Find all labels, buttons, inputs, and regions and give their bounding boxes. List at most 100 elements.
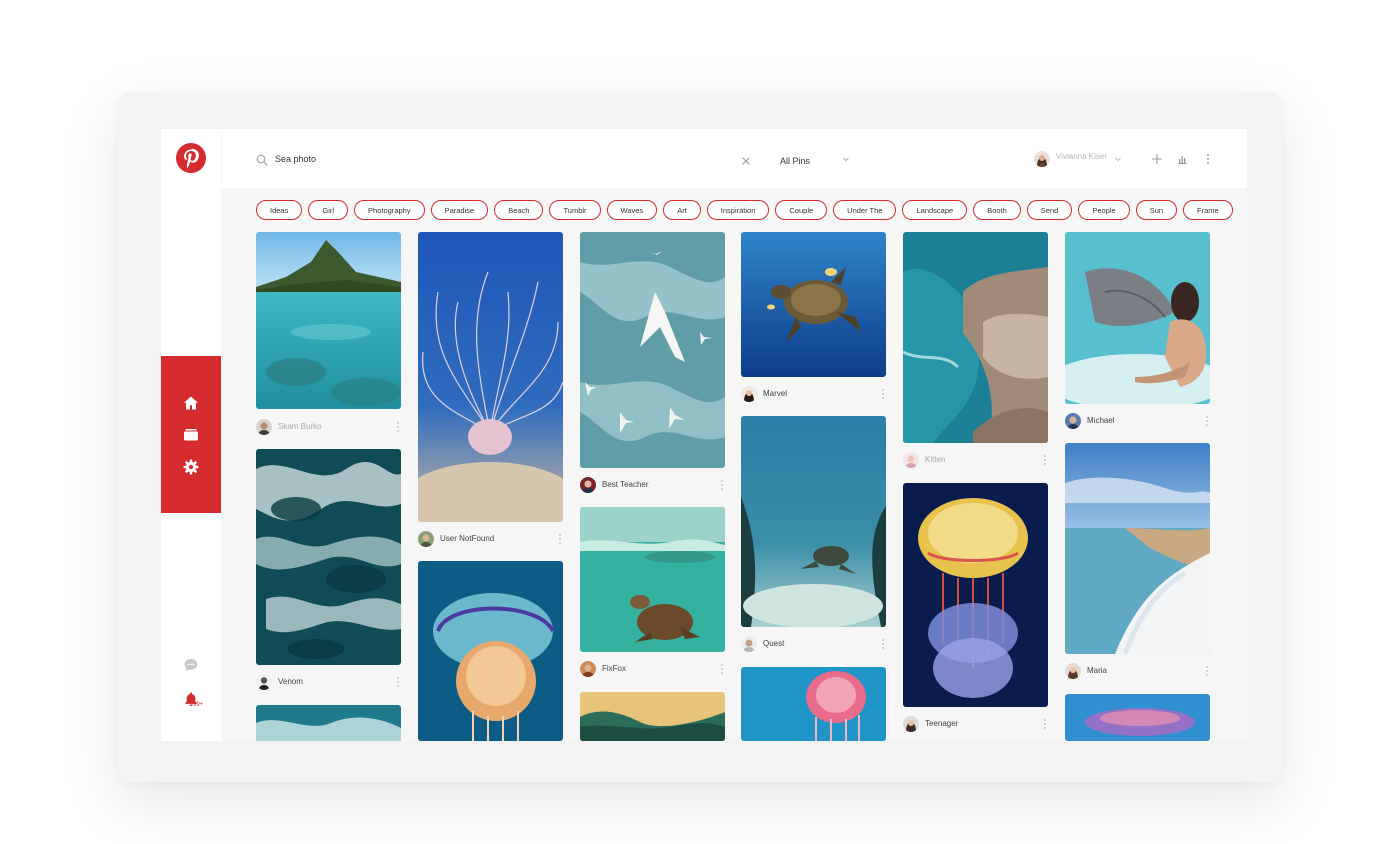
avatar[interactable] [580,661,596,677]
more-vertical-icon[interactable] [719,663,725,675]
tag-chip[interactable]: Under The [833,200,897,220]
tag-chip[interactable]: Sun [1135,200,1178,220]
pin-meta: Teenager [903,716,1048,732]
more-vertical-icon[interactable] [557,533,563,545]
avatar [1034,151,1050,167]
pin-meta: Best Teacher [580,477,725,493]
tag-chip[interactable]: Inspiration [706,200,770,220]
chevron-down-icon [1115,157,1121,162]
pin-author: Quest [763,639,785,648]
pin-image-anemone[interactable] [418,232,563,522]
pin-author: Kitten [925,455,946,464]
nav-menu [161,356,221,513]
pin-author: Venom [278,677,303,686]
pin-author: Marvel [763,389,788,398]
more-vertical-icon[interactable] [1042,718,1048,730]
avatar[interactable] [741,386,757,402]
pin-image-salt-shore[interactable] [1065,443,1210,654]
bar-chart-icon[interactable] [1176,152,1188,164]
pin-meta: Skam Burko [256,419,401,435]
avatar[interactable] [903,716,919,732]
pin-image-swimming-turtle[interactable] [580,507,725,652]
tag-chip[interactable]: Beach [494,200,544,220]
tag-chip[interactable]: Paradise [430,200,489,220]
more-vertical-icon[interactable] [395,676,401,688]
pin-meta: FixFox [580,661,725,677]
tag-chip[interactable]: Waves [606,200,658,220]
pin-author: Best Teacher [602,480,649,489]
tag-chip[interactable]: Couple [775,200,828,220]
sidebar: 99+ [161,129,221,741]
pin-image-island[interactable] [256,232,401,409]
notification-badge: 99+ [193,702,204,708]
user-menu[interactable]: Vivianna Kiser [1034,149,1124,169]
plus-icon[interactable] [1151,152,1163,165]
avatar[interactable] [1065,663,1081,679]
pin-author: Michael [1087,416,1115,425]
settings-icon[interactable] [182,458,200,476]
pin-image-seagulls[interactable] [580,232,725,468]
top-bar: All Pins Vivianna Kiser [222,129,1247,188]
avatar[interactable] [580,477,596,493]
pin-author: FixFox [602,664,626,673]
app-screen: 99+ All Pins Vivianna Kiser [161,129,1247,741]
avatar[interactable] [903,452,919,468]
more-vertical-icon[interactable] [1204,415,1210,427]
chat-icon[interactable] [183,657,199,673]
pin-image-jellyfish[interactable] [418,561,563,741]
close-icon[interactable] [741,153,751,165]
pin-image-stingray-diver[interactable] [1065,232,1210,404]
pin-meta: User NotFound [418,531,563,547]
pin-image-turtle-blue[interactable] [741,232,886,377]
more-vertical-icon[interactable] [1042,454,1048,466]
pin-image-purple-jellyfish[interactable] [1065,694,1210,741]
more-vertical-icon[interactable] [719,479,725,491]
search-input[interactable] [275,151,715,167]
more-vertical-icon[interactable] [1204,665,1210,677]
more-vertical-icon[interactable] [880,388,886,400]
pin-meta: Michael [1065,413,1210,429]
user-name: Vivianna Kiser [1056,152,1107,161]
pin-image-sunset-wave[interactable] [580,692,725,741]
avatar[interactable] [741,636,757,652]
pin-image-coast-rocks[interactable] [903,232,1048,443]
more-vertical-icon[interactable] [395,421,401,433]
tag-chip[interactable]: Booth [973,200,1021,220]
pin-meta: Maria [1065,663,1210,679]
search-icon [256,153,268,166]
pin-image-reef-turtle[interactable] [741,416,886,627]
tag-chip[interactable]: Art [663,200,701,220]
avatar[interactable] [1065,413,1081,429]
pin-author: User NotFound [440,534,495,543]
pin-image-golden-jellyfish[interactable] [903,483,1048,707]
more-vertical-icon[interactable] [880,638,886,650]
tag-chip[interactable]: Frame [1183,200,1233,220]
tag-list: Ideas Girl Photography Paradise Beach Tu… [256,200,1233,220]
home-icon[interactable] [182,394,200,412]
pin-meta: Quest [741,636,886,652]
avatar[interactable] [256,419,272,435]
pin-filter-value: All Pins [780,156,811,166]
boards-icon[interactable] [182,426,200,444]
pin-meta: Marvel [741,386,886,402]
pin-author: Teenager [925,719,959,728]
tag-chip[interactable]: Photography [354,200,425,220]
pin-image-surf[interactable] [256,705,401,741]
more-vertical-icon[interactable] [1202,152,1214,164]
tag-chip[interactable]: Landscape [902,200,968,220]
avatar[interactable] [418,531,434,547]
pin-meta: Kitten [903,452,1048,468]
tag-chip[interactable]: Send [1026,200,1073,220]
pin-author: Skam Burko [278,422,322,431]
pin-filter-select[interactable]: All Pins [780,151,852,167]
pinterest-logo[interactable] [176,143,206,173]
tag-chip[interactable]: Ideas [256,200,303,220]
chevron-down-icon [843,157,849,162]
pin-image-waves[interactable] [256,449,401,665]
tag-chip[interactable]: Tumblr [549,200,601,220]
tag-chip[interactable]: People [1078,200,1130,220]
avatar[interactable] [256,674,272,690]
pin-image-pink-jellyfish[interactable] [741,667,886,741]
pin-author: Maria [1087,666,1108,675]
tag-chip[interactable]: Girl [308,200,349,220]
